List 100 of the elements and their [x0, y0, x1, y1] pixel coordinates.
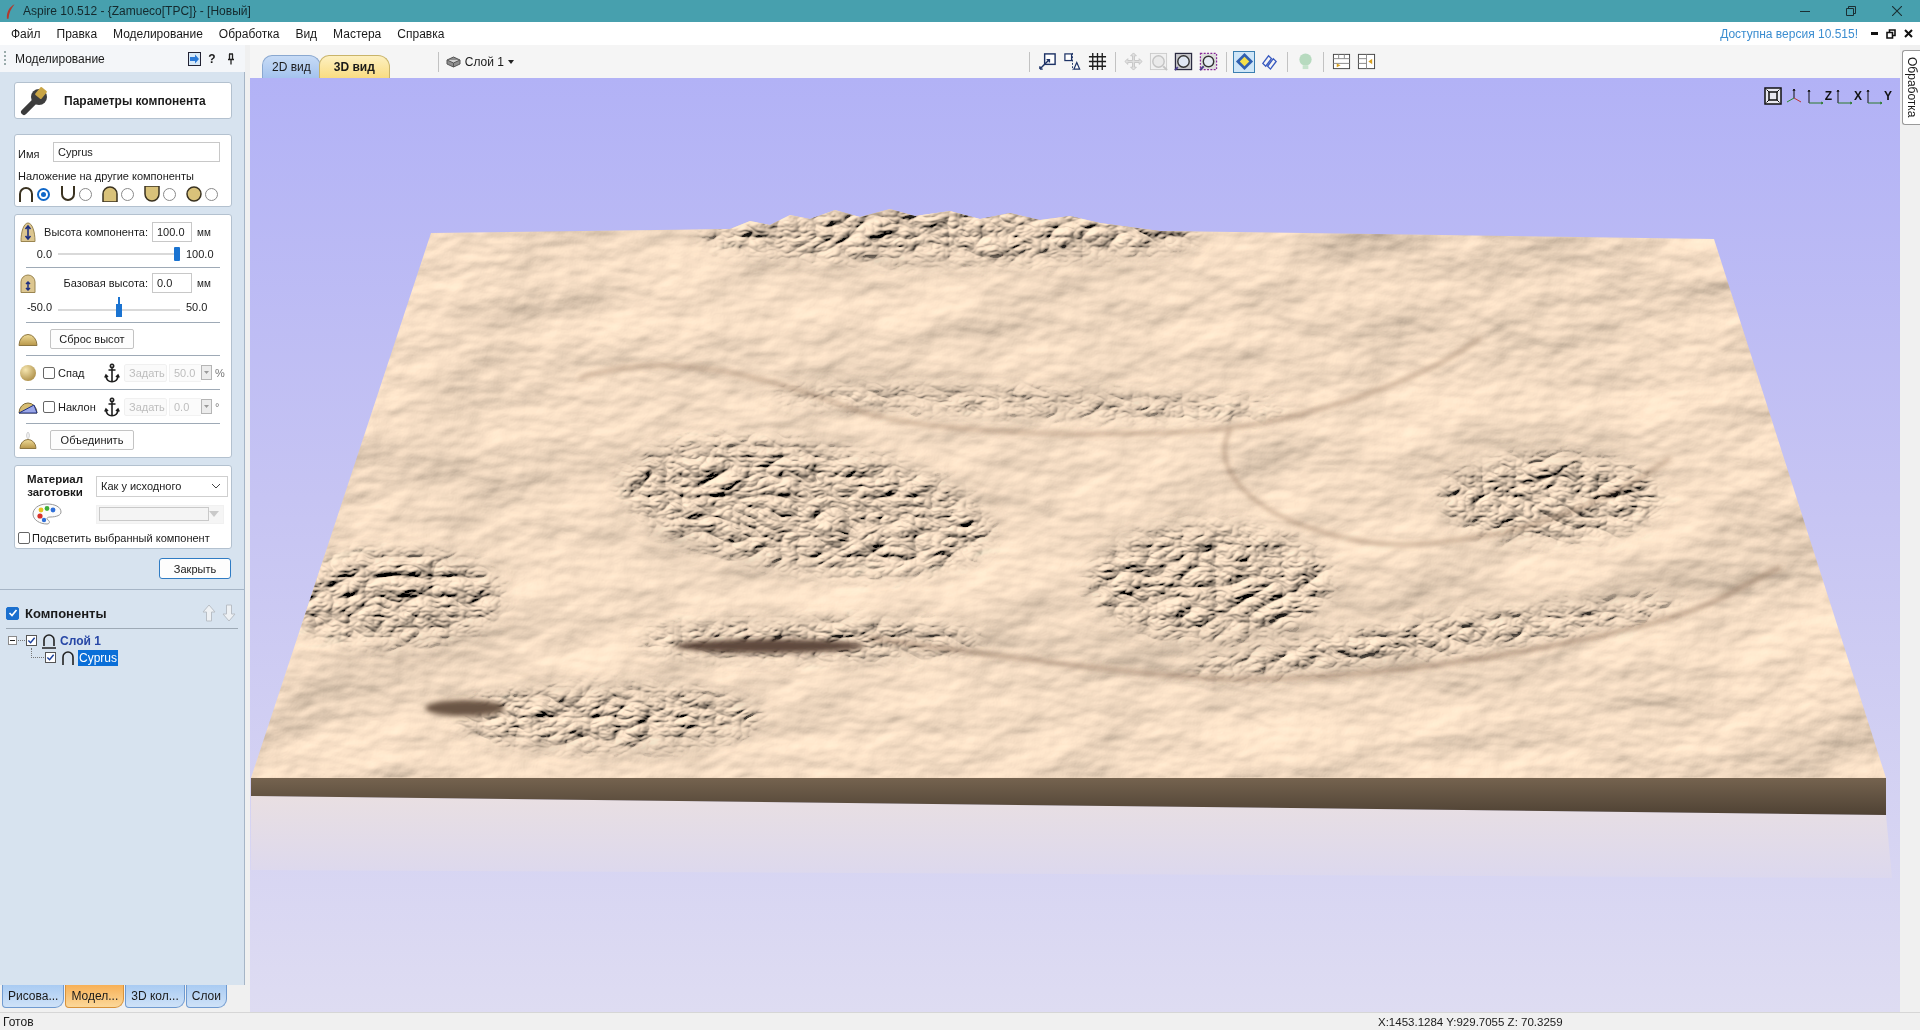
feather-icon [6, 3, 15, 19]
close-panel-button[interactable]: Закрыть [159, 558, 231, 579]
diamond-icon [1234, 52, 1254, 71]
dome-icon [18, 332, 38, 346]
radio-button[interactable] [205, 187, 218, 201]
radio-button[interactable] [79, 187, 92, 201]
arch-filled-icon [102, 186, 118, 202]
3d-viewport[interactable]: Z X Y [250, 78, 1900, 1012]
axes-icon [1784, 87, 1803, 105]
grip-icon [4, 51, 7, 66]
panel-tab[interactable]: Модел... [65, 985, 125, 1008]
checkbox-label: Подсветить выбранный компонент [32, 532, 210, 544]
u-outline-icon [60, 186, 76, 202]
checkbox-label: Спад [58, 366, 86, 379]
zoom-box-icon [1198, 52, 1218, 71]
menu-item[interactable]: Моделирование [105, 26, 211, 41]
height-label: Высота компонента: [43, 226, 148, 238]
view-button[interactable] [1763, 86, 1782, 106]
menu-item[interactable]: Правка [48, 26, 106, 41]
panes-icon [1356, 52, 1376, 71]
close-icon [1903, 29, 1913, 38]
material-dropdown[interactable]: Как у исходного [96, 475, 228, 497]
merge-button[interactable]: Объединить [50, 430, 134, 450]
panel-heading: Параметры компонента [64, 93, 206, 108]
menu-item[interactable]: Справка [389, 26, 453, 41]
name-field[interactable]: Cyprus [53, 142, 220, 162]
arrow-down-icon [222, 604, 236, 622]
wireframe-icon [1259, 52, 1279, 71]
base-height-label: Базовая высота: [62, 277, 148, 289]
anchor-icon [104, 396, 120, 417]
axes-icon [1834, 87, 1853, 105]
arrow-box-icon [188, 51, 201, 66]
slider-min-label: -50.0 [25, 301, 52, 313]
slider-max-label: 100.0 [186, 248, 214, 260]
checkbox[interactable] [26, 635, 37, 646]
material-label: Материал заготовки [26, 473, 84, 499]
layer-dropdown[interactable]: Слой 1 [443, 54, 516, 69]
mirror-icon [1062, 52, 1082, 71]
toolbar-button[interactable] [1036, 50, 1058, 73]
checkbox[interactable] [43, 400, 55, 413]
pin-icon [227, 52, 235, 65]
arch-outline-icon [18, 186, 34, 202]
side-tab[interactable]: Обработка [1902, 50, 1920, 125]
checkbox-label: Наклон [58, 400, 97, 413]
slider-thumb[interactable] [116, 297, 122, 317]
radio-button[interactable] [37, 187, 50, 201]
expand-toggle-icon[interactable] [8, 636, 17, 645]
pin-button[interactable] [227, 50, 235, 67]
view-button[interactable]: Z [1805, 86, 1832, 106]
checkbox[interactable] [6, 606, 19, 620]
checkbox[interactable] [45, 652, 56, 663]
unit-label: мм [197, 226, 211, 238]
menu-item[interactable]: Файл [3, 26, 49, 41]
menu-item[interactable]: Мастера [325, 26, 390, 41]
base-height-field[interactable]: 0.0 [152, 273, 192, 293]
radio-button[interactable] [163, 187, 176, 201]
menu-item[interactable]: Вид [287, 26, 326, 41]
view-button[interactable]: X [1834, 86, 1862, 106]
menu-item[interactable]: Обработка [210, 26, 288, 41]
checkbox[interactable] [43, 366, 55, 379]
slider-max-label: 50.0 [186, 301, 208, 313]
layer-icon [42, 632, 56, 649]
window-title: Aspire 10.512 - {Zamueco[TPC]} - [Новый] [23, 4, 251, 18]
view-tab[interactable]: 3D вид [318, 55, 390, 78]
dropdown-value: Как у исходного [101, 480, 182, 492]
unit-label: ° [215, 400, 220, 413]
radio-button[interactable] [121, 187, 134, 201]
update-link[interactable]: Доступна версия 10.515! [1720, 26, 1858, 41]
minimize-icon [1800, 10, 1810, 12]
dropdown-arrow-icon [209, 511, 219, 517]
toolbar-button[interactable] [1086, 50, 1108, 73]
panel-tab[interactable]: 3D кол... [125, 985, 185, 1008]
toolbar-button[interactable] [1172, 50, 1194, 73]
slider-thumb[interactable] [174, 247, 180, 261]
arch-outline-icon [61, 650, 75, 665]
caret-icon [508, 59, 514, 64]
arrow-up-icon [202, 604, 216, 622]
cursor-coordinates: X:1453.1284 Y:929.7055 Z: 70.3259 [1378, 1015, 1564, 1028]
layer-name: Слой 1 [464, 54, 504, 69]
component-tree-item[interactable]: Cyprus [78, 649, 118, 666]
disc-icon [186, 186, 202, 202]
help-button[interactable]: ? [205, 50, 219, 67]
view-tab[interactable]: 2D вид [262, 55, 321, 78]
panel-tab[interactable]: Рисова... [2, 985, 65, 1008]
view-button[interactable]: Y [1865, 86, 1892, 106]
toolbar-button[interactable] [1061, 50, 1083, 73]
dock-button[interactable] [188, 50, 201, 67]
layers-icon [445, 54, 461, 69]
height-field[interactable]: 100.0 [152, 222, 192, 242]
overlap-label: Наложение на другие компоненты [18, 170, 195, 182]
u-filled-icon [144, 186, 160, 202]
minimize-icon [1870, 32, 1878, 35]
panel-tab[interactable]: Слои [185, 985, 227, 1008]
checkbox[interactable] [18, 532, 30, 544]
slider-min-label: 0.0 [35, 248, 52, 260]
toolbar-button[interactable] [1197, 50, 1219, 73]
layer-tree-item[interactable]: Слой 1 [59, 632, 102, 649]
anchor-icon [104, 362, 120, 383]
reset-heights-button[interactable]: Сброс высот [50, 329, 134, 349]
height-icon [18, 222, 38, 242]
